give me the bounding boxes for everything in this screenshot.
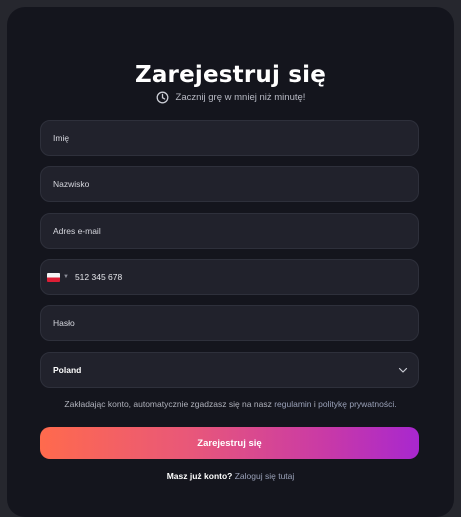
subtitle: Zacznij grę w mniej niż minutę! bbox=[7, 91, 454, 104]
country-select[interactable]: Poland bbox=[40, 352, 419, 388]
chevron-down-icon[interactable] bbox=[397, 364, 409, 376]
email-placeholder: Adres e-mail bbox=[53, 226, 101, 236]
page-title: Zarejestruj się bbox=[134, 62, 327, 88]
login-link[interactable]: Zaloguj się tutaj bbox=[235, 471, 295, 481]
registration-modal: Zarejestruj się Zacznij grę w mniej niż … bbox=[7, 7, 454, 517]
terms-link[interactable]: regulamin bbox=[274, 399, 311, 409]
phone-field[interactable]: ▼ 512 345 678 bbox=[40, 259, 419, 295]
first-name-field[interactable]: Imię bbox=[40, 120, 419, 156]
terms-prefix: Zakładając konto, automatycznie zgadzasz… bbox=[64, 399, 272, 409]
password-field[interactable]: Hasło bbox=[40, 305, 419, 341]
login-prompt: Masz już konto? Zaloguj się tutaj bbox=[7, 471, 454, 481]
email-field[interactable]: Adres e-mail bbox=[40, 213, 419, 249]
password-placeholder: Hasło bbox=[53, 318, 75, 328]
poland-flag-icon[interactable] bbox=[47, 272, 60, 282]
subtitle-text: Zacznij grę w mniej niż minutę! bbox=[175, 92, 306, 103]
country-select-value: Poland bbox=[53, 365, 82, 375]
clock-icon bbox=[156, 91, 169, 104]
last-name-placeholder: Nazwisko bbox=[53, 179, 90, 189]
first-name-placeholder: Imię bbox=[53, 133, 70, 143]
country-code-chevron-icon[interactable]: ▼ bbox=[63, 274, 69, 280]
register-button[interactable]: Zarejestruj się bbox=[40, 427, 419, 459]
phone-placeholder: 512 345 678 bbox=[74, 272, 123, 282]
terms-text: Zakładając konto, automatycznie zgadzasz… bbox=[7, 399, 454, 409]
last-name-field[interactable]: Nazwisko bbox=[40, 166, 419, 202]
privacy-policy-link[interactable]: politykę prywatności. bbox=[318, 399, 396, 409]
login-question: Masz już konto? bbox=[166, 471, 233, 481]
terms-connector: i bbox=[313, 399, 316, 409]
